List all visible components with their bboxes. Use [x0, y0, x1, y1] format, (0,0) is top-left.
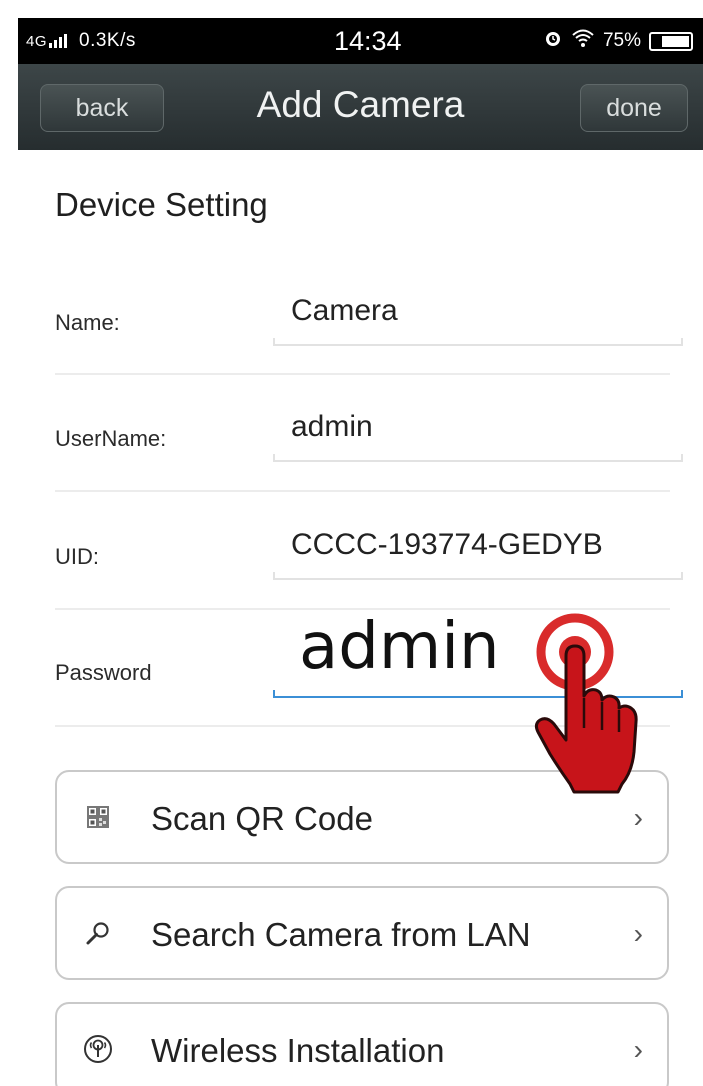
username-value: admin	[291, 410, 373, 443]
battery-icon	[649, 31, 693, 51]
uid-row: UID: CCCC-193774-GEDYB	[55, 520, 683, 620]
uid-field[interactable]: CCCC-193774-GEDYB	[273, 520, 683, 580]
search-camera-lan-button[interactable]: Search Camera from LAN ›	[55, 886, 669, 980]
back-button-label: back	[75, 93, 129, 122]
password-row: Password admin	[55, 610, 683, 738]
chevron-right-icon: ›	[633, 918, 643, 949]
network-speed: 0.3K/s	[79, 30, 136, 51]
name-value: Camera	[291, 294, 398, 327]
wifi-icon	[571, 28, 595, 54]
signal-icon	[49, 34, 68, 48]
name-field[interactable]: Camera	[273, 286, 683, 346]
status-left: 4G 0.3K/s	[26, 30, 136, 52]
qr-code-icon	[83, 802, 113, 832]
status-time: 14:34	[334, 26, 402, 56]
battery-percent: 75%	[602, 30, 641, 51]
uid-label: UID:	[55, 544, 99, 569]
chevron-right-icon: ›	[633, 802, 643, 833]
password-field[interactable]: admin	[273, 610, 683, 698]
add-camera-screen: 4G 0.3K/s 14:34 75% back Add Camera done	[0, 0, 703, 1086]
network-type: 4G	[26, 32, 48, 50]
wireless-installation-label: Wireless Installation	[151, 1032, 445, 1069]
password-value: admin	[299, 610, 500, 684]
search-icon	[83, 918, 113, 948]
wireless-installation-button[interactable]: Wireless Installation ›	[55, 1002, 669, 1086]
status-bar: 4G 0.3K/s 14:34 75%	[18, 18, 703, 64]
chevron-right-icon: ›	[633, 1034, 643, 1065]
row-divider	[55, 725, 670, 727]
done-button-label: done	[606, 93, 662, 122]
username-field[interactable]: admin	[273, 402, 683, 462]
search-camera-lan-label: Search Camera from LAN	[151, 916, 531, 953]
back-button[interactable]: back	[40, 84, 164, 132]
scan-qr-code-button[interactable]: Scan QR Code ›	[55, 770, 669, 864]
navigation-bar: back Add Camera done	[18, 64, 703, 150]
row-divider	[55, 373, 670, 375]
status-right: 75%	[543, 28, 693, 54]
row-divider	[55, 490, 670, 492]
password-label: Password	[55, 660, 152, 685]
section-title: Device Setting	[55, 186, 268, 223]
wireless-icon	[83, 1034, 113, 1064]
alarm-icon	[543, 28, 563, 54]
scan-qr-code-label: Scan QR Code	[151, 800, 373, 837]
name-label: Name:	[55, 310, 120, 335]
uid-value: CCCC-193774-GEDYB	[291, 528, 603, 561]
name-row: Name: Camera	[55, 286, 683, 386]
username-label: UserName:	[55, 426, 167, 451]
username-row: UserName: admin	[55, 402, 683, 502]
done-button[interactable]: done	[580, 84, 688, 132]
